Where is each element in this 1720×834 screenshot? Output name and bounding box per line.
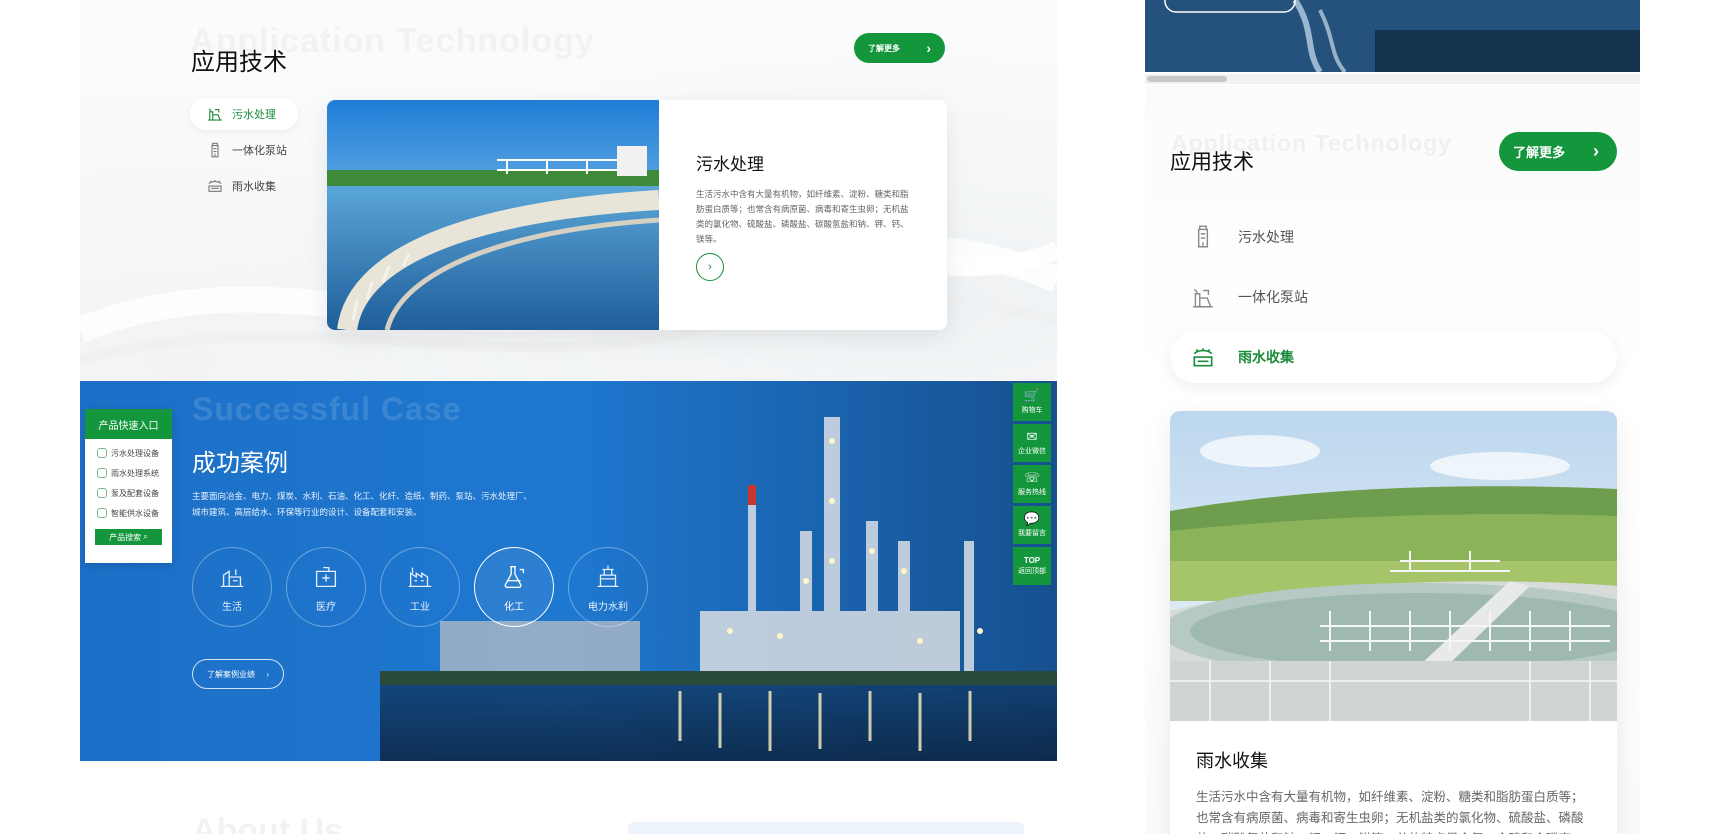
tool-label: 返回顶部 bbox=[1018, 568, 1046, 575]
case-desc: 主要面向冶金、电力、煤炭、水利、石油、化工、化纤、造纸、制药、泵站、污水处理厂、… bbox=[192, 491, 533, 517]
quick-entry-item[interactable]: 泵及配套设备 bbox=[85, 483, 172, 503]
rain-collection-icon bbox=[208, 180, 222, 192]
mobile-section-title: 应用技术 bbox=[1170, 151, 1254, 174]
mobile-card-title: 雨水收集 bbox=[1196, 751, 1268, 771]
rain-collection-icon bbox=[1193, 348, 1213, 367]
pump-station-icon bbox=[211, 142, 219, 158]
tool-cart[interactable]: 🛒 购物车 bbox=[1013, 383, 1051, 421]
quick-entry-label: 雨水处理系统 bbox=[111, 468, 159, 478]
mobile-tab-rain-collection[interactable]: 雨水收集 bbox=[1170, 331, 1617, 383]
search-icon: ⌕ bbox=[143, 532, 148, 541]
mobile-tab-label: 一体化泵站 bbox=[1238, 289, 1308, 305]
quick-entry-item[interactable]: 雨水处理系统 bbox=[85, 463, 172, 483]
mobile-tab-sewage[interactable]: 污水处理 bbox=[1170, 211, 1617, 263]
about-ghost-title: About Us bbox=[192, 812, 344, 834]
app-card-desc: 生活污水中含有大量有机物，如纤维素、淀粉、糖类和脂肪蛋白质等；也常含有病原菌、病… bbox=[696, 189, 909, 244]
case-cat-medical[interactable]: 医疗 bbox=[286, 547, 366, 627]
tool-label: 企业微信 bbox=[1018, 448, 1046, 455]
case-cat-label: 工业 bbox=[410, 601, 430, 613]
tab-label: 一体化泵站 bbox=[232, 145, 287, 157]
mobile-card-desc: 生活污水中含有大量有机物，如纤维素、淀粉、糖类和脂肪蛋白质等；也常含有病原菌、病… bbox=[1196, 790, 1584, 834]
quick-entry-panel: 产品快速入口 污水处理设备 雨水处理系统 泵及配套设备 智能供水设备 产品搜索 … bbox=[85, 409, 172, 563]
quick-entry-label: 智能供水设备 bbox=[111, 508, 159, 518]
quick-entry-label: 污水处理设备 bbox=[111, 448, 159, 458]
tab-sewage[interactable]: 污水处理 bbox=[190, 98, 298, 130]
mobile-more-button[interactable]: 了解更多 › bbox=[1499, 132, 1617, 171]
factory-icon bbox=[408, 567, 432, 587]
tool-wechat[interactable]: ✉ 企业微信 bbox=[1013, 424, 1051, 462]
tool-hotline[interactable]: ☏ 服务热线 bbox=[1013, 465, 1051, 503]
app-card-text: 污水处理 生活污水中含有大量有机物，如纤维素、淀粉、糖类和脂肪蛋白质等；也常含有… bbox=[696, 150, 911, 247]
mobile-tab-pump-station[interactable]: 一体化泵站 bbox=[1170, 271, 1617, 323]
mobile-mockup: Application Technology 应用技术 了解更多 › 污水处理 … bbox=[1145, 0, 1640, 834]
mobile-more-label: 了解更多 bbox=[1513, 145, 1566, 160]
showcase-canvas: Application Technology 应用技术 了解更多 › 污水处理 … bbox=[0, 0, 1720, 834]
app-more-label: 了解更多 bbox=[868, 43, 900, 53]
mobile-card: 雨水收集 生活污水中含有大量有机物，如纤维素、淀粉、糖类和脂肪蛋白质等；也常含有… bbox=[1170, 411, 1617, 834]
sewage-icon bbox=[208, 108, 222, 121]
chevron-right-icon: › bbox=[266, 669, 269, 679]
phone-icon: ☏ bbox=[1023, 470, 1041, 485]
quick-entry-item[interactable]: 污水处理设备 bbox=[85, 443, 172, 463]
quick-entry-item[interactable]: 智能供水设备 bbox=[85, 503, 172, 523]
pump-station-icon bbox=[1193, 288, 1213, 308]
about-image-placeholder bbox=[628, 822, 1024, 834]
chevron-right-icon: › bbox=[708, 261, 712, 273]
mobile-top-photo bbox=[1145, 0, 1640, 72]
side-toolbar: 🛒 购物车 ✉ 企业微信 ☏ 服务热线 💬 我要留言 TOP 返回顶部 bbox=[1013, 383, 1051, 588]
wechat-icon: ✉ bbox=[1026, 429, 1038, 444]
case-more-label: 了解案例业绩 bbox=[207, 669, 255, 679]
tool-label: 服务热线 bbox=[1018, 489, 1046, 496]
product-icon bbox=[97, 448, 107, 458]
medical-icon bbox=[315, 566, 337, 587]
flask-icon bbox=[504, 565, 525, 588]
mobile-tab-label: 雨水收集 bbox=[1238, 349, 1294, 365]
case-ghost-title: Successful Case bbox=[192, 391, 462, 427]
tool-message[interactable]: 💬 我要留言 bbox=[1013, 506, 1051, 544]
power-water-icon bbox=[597, 565, 619, 587]
chevron-right-icon: › bbox=[926, 40, 931, 56]
tool-label: 我要留言 bbox=[1018, 530, 1046, 537]
message-icon: 💬 bbox=[1023, 511, 1041, 526]
case-cat-industry[interactable]: 工业 bbox=[380, 547, 460, 627]
sewage-icon bbox=[1197, 225, 1209, 248]
life-icon bbox=[220, 569, 244, 587]
case-categories: 生活 医疗 工业 化工 电力水利 bbox=[192, 547, 662, 627]
quick-entry-label: 泵及配套设备 bbox=[111, 488, 159, 498]
app-section-title: 应用技术 bbox=[191, 49, 287, 76]
product-search-button[interactable]: 产品搜索 ⌕ bbox=[95, 529, 162, 545]
chevron-right-icon: › bbox=[1593, 141, 1599, 161]
case-cat-label: 化工 bbox=[504, 601, 524, 613]
tool-label: 购物车 bbox=[1021, 407, 1043, 414]
case-section-title: 成功案例 bbox=[192, 450, 288, 477]
tab-label: 污水处理 bbox=[232, 109, 276, 121]
horizontal-scrollbar[interactable] bbox=[1145, 74, 1640, 84]
scrollbar-thumb[interactable] bbox=[1147, 76, 1227, 82]
back-to-top-icon: TOP bbox=[1023, 556, 1041, 565]
case-cat-label: 生活 bbox=[222, 601, 242, 613]
quick-entry-title: 产品快速入口 bbox=[85, 409, 172, 439]
product-icon bbox=[97, 488, 107, 498]
rainwater-pool-photo bbox=[1170, 411, 1617, 721]
tool-back-to-top[interactable]: TOP 返回顶部 bbox=[1013, 547, 1051, 585]
app-card-title: 污水处理 bbox=[696, 155, 764, 174]
case-cat-chemical[interactable]: 化工 bbox=[474, 547, 554, 627]
case-section: Successful Case 成功案例 主要面向冶金、电力、煤炭、水利、石油、… bbox=[80, 381, 1057, 761]
mobile-tab-label: 污水处理 bbox=[1238, 229, 1294, 245]
case-cat-power-water[interactable]: 电力水利 bbox=[568, 547, 648, 627]
cart-icon: 🛒 bbox=[1023, 388, 1041, 403]
tab-label: 雨水收集 bbox=[232, 181, 276, 193]
product-icon bbox=[97, 508, 107, 518]
app-card: 污水处理 生活污水中含有大量有机物，如纤维素、淀粉、糖类和脂肪蛋白质等；也常含有… bbox=[327, 100, 947, 330]
case-cat-life[interactable]: 生活 bbox=[192, 547, 272, 627]
product-icon bbox=[97, 468, 107, 478]
app-card-arrow-button[interactable]: › bbox=[696, 253, 724, 281]
case-cat-label: 医疗 bbox=[316, 601, 336, 613]
sewage-treatment-photo bbox=[327, 100, 659, 330]
app-more-button[interactable]: 了解更多 › bbox=[854, 33, 945, 63]
case-more-button[interactable]: 了解案例业绩 › bbox=[192, 659, 284, 689]
case-cat-label: 电力水利 bbox=[588, 601, 628, 613]
product-search-label: 产品搜索 bbox=[109, 532, 142, 542]
desktop-mockup: Application Technology 应用技术 了解更多 › 污水处理 … bbox=[80, 0, 1057, 834]
